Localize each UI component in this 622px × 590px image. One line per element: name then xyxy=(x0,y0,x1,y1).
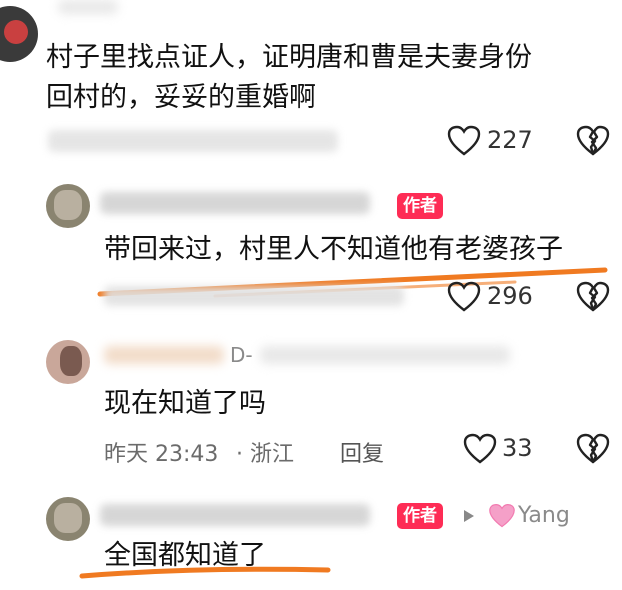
heart-outline-icon xyxy=(463,433,497,464)
reply-button[interactable]: 回复 xyxy=(340,436,384,468)
comment-time: 昨天 23:43 xyxy=(104,442,219,467)
author-badge: 作者 xyxy=(397,193,443,219)
username-partial: D- xyxy=(230,343,253,367)
dislike-button[interactable] xyxy=(576,125,610,157)
pink-heart-icon xyxy=(489,504,515,528)
broken-heart-icon xyxy=(576,125,610,156)
avatar[interactable] xyxy=(46,184,90,228)
like-count: 227 xyxy=(487,126,533,154)
like-button[interactable] xyxy=(463,433,497,465)
comment-text-line: 回村的，妥妥的重婚啊 xyxy=(46,82,316,113)
comment-text: 全国都知道了 xyxy=(104,540,266,571)
play-triangle-icon xyxy=(464,510,474,522)
comment-meta-blurred xyxy=(104,286,404,306)
heart-outline-icon xyxy=(447,125,481,156)
avatar[interactable] xyxy=(46,340,90,384)
broken-heart-icon xyxy=(576,433,610,464)
username-blurred xyxy=(100,504,370,526)
username-blurred xyxy=(58,0,118,14)
like-count: 33 xyxy=(502,434,533,462)
like-button[interactable] xyxy=(447,125,481,157)
heart-outline-icon xyxy=(447,281,481,312)
dislike-button[interactable] xyxy=(576,281,610,313)
like-count: 296 xyxy=(487,282,533,310)
username-blurred xyxy=(104,346,224,364)
avatar[interactable] xyxy=(46,497,90,541)
like-button[interactable] xyxy=(447,281,481,313)
comment-location: · 浙江 xyxy=(236,442,294,467)
comment-text: 带回来过，村里人不知道他有老婆孩子 xyxy=(104,234,563,265)
comment-text: 现在知道了吗 xyxy=(104,388,266,419)
username-blurred xyxy=(100,192,370,214)
dislike-button[interactable] xyxy=(576,433,610,465)
comment-text-line: 村子里找点证人，证明唐和曹是夫妻身份 xyxy=(46,42,532,73)
reply-to-username[interactable]: Yang xyxy=(518,503,570,528)
broken-heart-icon xyxy=(576,281,610,312)
comment-meta-blurred xyxy=(48,130,338,152)
author-badge: 作者 xyxy=(397,503,443,529)
username-blurred xyxy=(260,346,510,364)
avatar[interactable] xyxy=(0,6,38,62)
